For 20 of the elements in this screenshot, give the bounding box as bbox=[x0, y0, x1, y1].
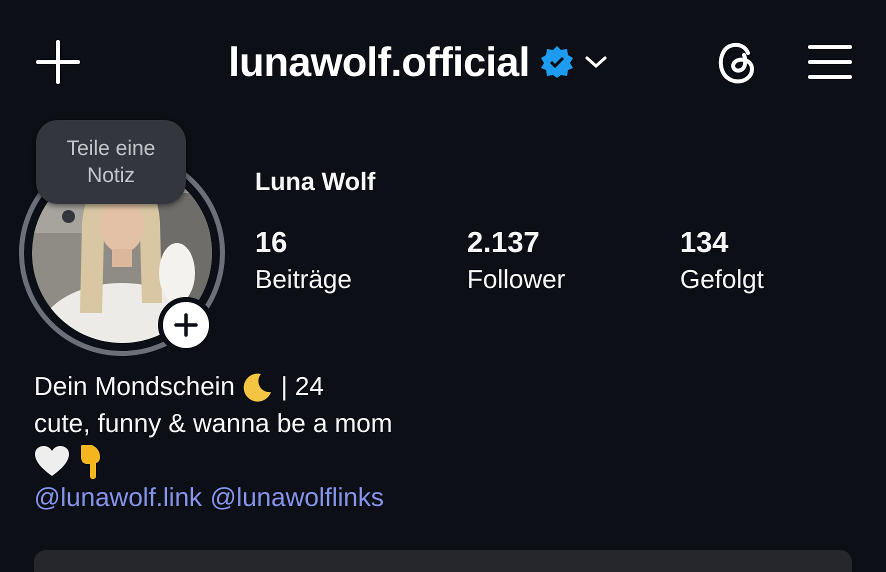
add-icon[interactable] bbox=[36, 40, 80, 84]
username-title: lunawolf.official bbox=[228, 38, 530, 86]
profile-link[interactable]: @lunawolflinks bbox=[210, 482, 384, 513]
bio-text: Dein Mondschein bbox=[34, 371, 235, 402]
menu-icon[interactable] bbox=[808, 44, 852, 80]
plus-icon bbox=[174, 313, 198, 337]
note-tooltip[interactable]: Teile eine Notiz bbox=[36, 120, 186, 204]
profile-link[interactable]: @lunawolf.link bbox=[34, 482, 202, 513]
profile-name: Luna Wolf bbox=[255, 168, 376, 197]
stat-label[interactable]: Beiträge bbox=[255, 264, 467, 295]
stat-count: 16 bbox=[255, 227, 288, 260]
chevron-down-icon[interactable] bbox=[584, 54, 608, 70]
heart-icon bbox=[34, 444, 70, 476]
bio-text: | 24 bbox=[280, 371, 324, 402]
stat-count: 2.137 bbox=[467, 227, 541, 260]
stat-label[interactable]: Follower bbox=[467, 264, 680, 295]
stat-count: 134 bbox=[680, 227, 730, 260]
bio-text: cute, funny & wanna be a mom bbox=[34, 408, 392, 439]
crescent-moon-icon bbox=[242, 372, 273, 402]
stat-label[interactable]: Gefolgt bbox=[680, 264, 860, 295]
